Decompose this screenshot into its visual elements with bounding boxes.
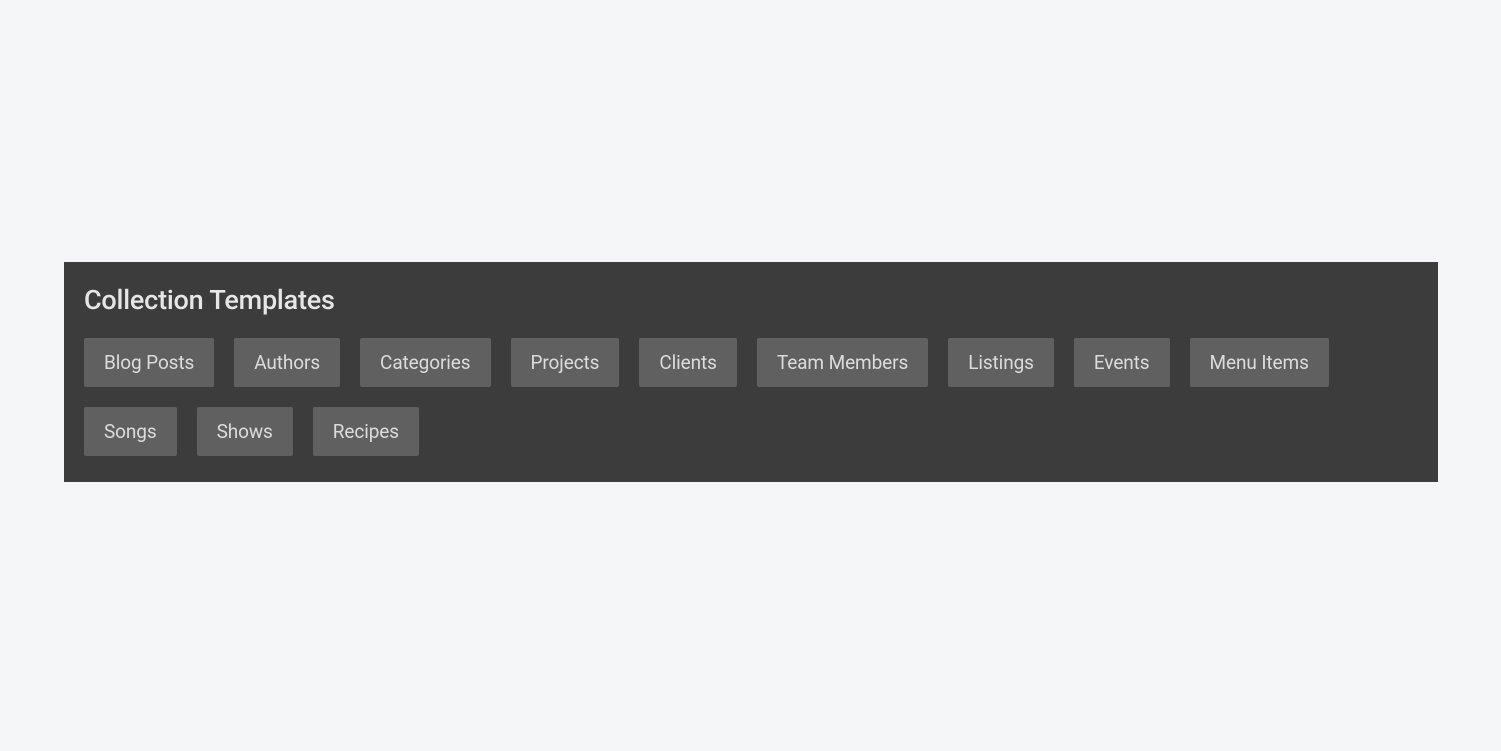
template-button-shows[interactable]: Shows: [197, 407, 293, 456]
template-button-categories[interactable]: Categories: [360, 338, 490, 387]
template-button-events[interactable]: Events: [1074, 338, 1170, 387]
template-button-authors[interactable]: Authors: [234, 338, 340, 387]
template-button-recipes[interactable]: Recipes: [313, 407, 419, 456]
template-button-projects[interactable]: Projects: [511, 338, 620, 387]
template-button-clients[interactable]: Clients: [639, 338, 737, 387]
collection-templates-panel: Collection Templates Blog Posts Authors …: [64, 262, 1438, 482]
template-button-songs[interactable]: Songs: [84, 407, 177, 456]
template-button-row: Blog Posts Authors Categories Projects C…: [84, 338, 1418, 456]
template-button-blog-posts[interactable]: Blog Posts: [84, 338, 214, 387]
template-button-listings[interactable]: Listings: [948, 338, 1054, 387]
template-button-team-members[interactable]: Team Members: [757, 338, 928, 387]
panel-title: Collection Templates: [84, 284, 1418, 316]
template-button-menu-items[interactable]: Menu Items: [1190, 338, 1329, 387]
